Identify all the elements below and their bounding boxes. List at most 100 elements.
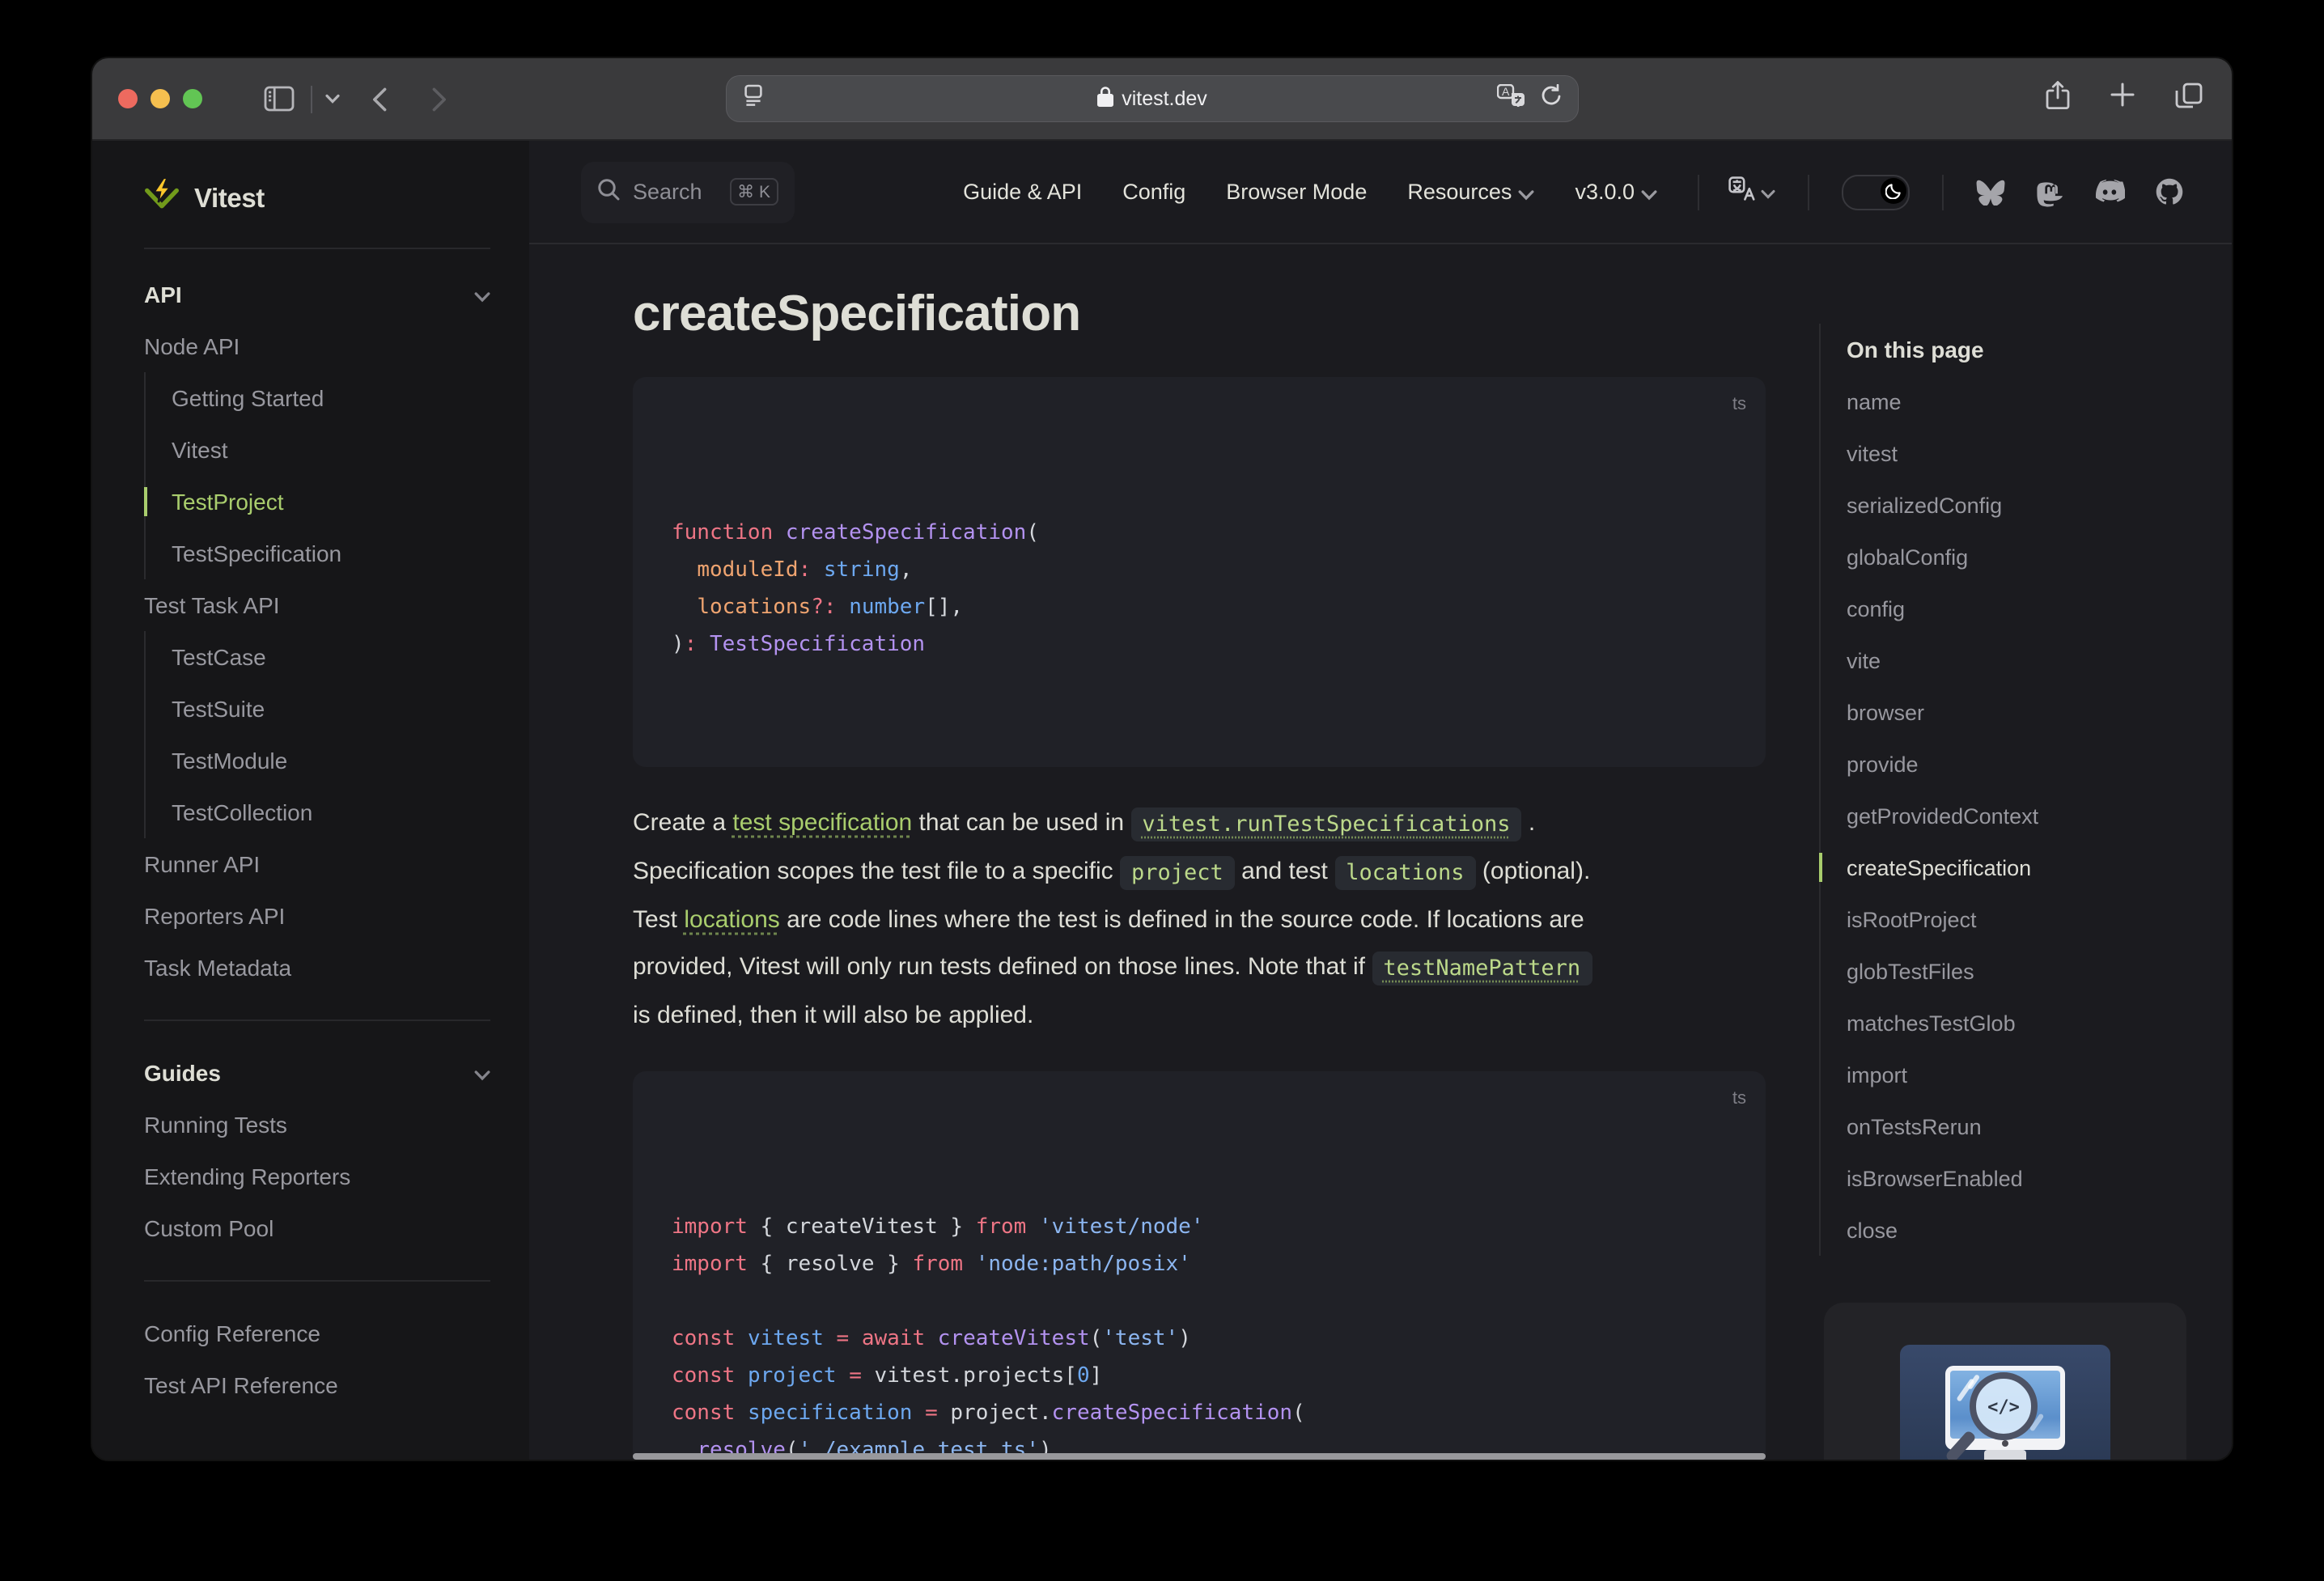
screen: vitest.dev A Vitest API Node API Getting… [0, 0, 2324, 1581]
new-tab-icon[interactable] [2110, 83, 2135, 115]
search-icon [597, 178, 620, 206]
tabs-icon[interactable] [2175, 82, 2203, 116]
divider [144, 1019, 490, 1021]
code-block-signature: ts function createSpecification( moduleI… [633, 377, 1766, 767]
github-icon[interactable] [2156, 178, 2183, 206]
sidebar-item-getting-started[interactable]: Getting Started [172, 372, 490, 424]
sidebar-item-testsuite[interactable]: TestSuite [172, 683, 490, 735]
forward-icon[interactable] [432, 87, 447, 111]
nav-link-browser-mode[interactable]: Browser Mode [1226, 180, 1367, 204]
code-line: const specification = project.createSpec… [672, 1401, 1305, 1426]
sidebar-item-running-tests[interactable]: Running Tests [144, 1099, 490, 1151]
inline-code: project [1120, 855, 1235, 889]
sidebar-item-task-metadata[interactable]: Task Metadata [144, 942, 490, 994]
share-icon[interactable] [2046, 79, 2070, 117]
inline-code-link[interactable]: testNamePattern [1372, 951, 1592, 985]
outline-item-getprovidedcontext[interactable]: getProvidedContext [1847, 790, 2199, 841]
sidebar-item-testcase[interactable]: TestCase [172, 631, 490, 683]
browser-window: vitest.dev A Vitest API Node API Getting… [92, 58, 2232, 1460]
inline-code: locations [1334, 855, 1476, 889]
sidebar-section-guides[interactable]: Guides [144, 1047, 490, 1099]
vitest-logo[interactable]: Vitest [144, 160, 490, 238]
dark-mode-toggle[interactable] [1842, 174, 1910, 210]
outline-item-createspecification[interactable]: createSpecification [1819, 841, 2199, 893]
zoom-window-button[interactable] [183, 89, 202, 108]
reload-icon[interactable] [1541, 83, 1562, 114]
sidebar-item-reporters-api[interactable]: Reporters API [144, 890, 490, 942]
sidebar-section-api[interactable]: API [144, 269, 490, 320]
nav-links: Guide & API Config Browser Mode Resources v3… [963, 179, 1657, 205]
scroll-strip[interactable] [633, 1453, 1766, 1460]
bluesky-icon[interactable] [1976, 179, 2005, 205]
outline-item-vite[interactable]: vite [1847, 634, 2199, 686]
browser-titlebar: vitest.dev A [92, 58, 2232, 141]
inline-code-link[interactable]: vitest.runTestSpecifications [1130, 807, 1522, 841]
chevron-down-icon [474, 282, 490, 307]
outline-item-config[interactable]: config [1847, 583, 2199, 634]
nav-link-guide-api[interactable]: Guide & API [963, 180, 1082, 204]
divider [1808, 174, 1809, 210]
active-marker [143, 487, 146, 516]
outline-item-globtestfiles[interactable]: globTestFiles [1847, 945, 2199, 997]
active-marker [1819, 853, 1822, 882]
search-shortcut-kbd: ⌘ K [729, 178, 778, 206]
sidebar-item-node-api[interactable]: Node API [144, 320, 490, 372]
outline-item-provide[interactable]: provide [1847, 738, 2199, 790]
inline-link[interactable]: test specification [732, 809, 912, 837]
code-line: const project = vitest.projects[0] [672, 1364, 1103, 1388]
translate-icon [1728, 176, 1756, 208]
sidebar-toggle-icon[interactable] [264, 86, 295, 112]
back-icon[interactable] [372, 87, 387, 111]
divider [1942, 174, 1944, 210]
discord-icon[interactable] [2094, 180, 2125, 204]
outline-item-browser[interactable]: browser [1847, 686, 2199, 738]
nav-link-v3-0-0[interactable]: v3.0.0 [1575, 179, 1657, 205]
search-input[interactable]: Search ⌘ K [581, 161, 795, 223]
sidebar-item-testmodule[interactable]: TestModule [172, 735, 490, 786]
address-bar[interactable]: vitest.dev A [727, 76, 1578, 121]
reader-icon[interactable] [743, 83, 764, 114]
sidebar-item-testproject[interactable]: TestProject [143, 476, 490, 528]
outline-items: name vitest serializedConfig globalConfig co… [1819, 375, 2199, 1256]
mastodon-icon[interactable] [2036, 177, 2063, 206]
code-line: import { createVitest } from 'vitest/nod… [672, 1215, 1204, 1240]
code-line: import { resolve } from 'node:path/posix… [672, 1253, 1191, 1277]
outline-item-globalconfig[interactable]: globalConfig [1847, 531, 2199, 583]
outline-item-close[interactable]: close [1847, 1204, 2199, 1256]
sidebar-item-config-reference[interactable]: Config Reference [144, 1308, 490, 1359]
outline-item-matchestestglob[interactable]: matchesTestGlob [1847, 997, 2199, 1049]
close-window-button[interactable] [118, 89, 138, 108]
language-menu[interactable] [1728, 176, 1775, 208]
sponsor-card[interactable]: </> [1824, 1303, 2186, 1460]
social-links [1976, 177, 2183, 206]
translate-icon[interactable]: A [1496, 83, 1525, 114]
chevron-down-icon [474, 1060, 490, 1086]
sidebar-item-custom-pool[interactable]: Custom Pool [144, 1202, 490, 1254]
code-block-example: ts import { createVitest } from 'vitest/… [633, 1071, 1766, 1460]
code-line: function createSpecification( [672, 521, 1039, 545]
nav-link-resources[interactable]: Resources [1407, 179, 1534, 205]
inline-link[interactable]: locations [684, 906, 779, 934]
nav-link-config[interactable]: Config [1122, 180, 1185, 204]
outline-item-ontestsrerun[interactable]: onTestsRerun [1847, 1100, 2199, 1152]
code-search-illustration: </> [1900, 1345, 2110, 1460]
sidebar-item-extending-reporters[interactable]: Extending Reporters [144, 1151, 490, 1202]
sidebar-item-vitest[interactable]: Vitest [172, 424, 490, 476]
outline-item-vitest[interactable]: vitest [1847, 427, 2199, 479]
outline-item-name[interactable]: name [1847, 375, 2199, 427]
outline-item-isrootproject[interactable]: isRootProject [1847, 893, 2199, 945]
outline-item-import[interactable]: import [1847, 1049, 2199, 1100]
logo-text: Vitest [194, 184, 265, 213]
sidebar-item-test-task-api[interactable]: Test Task API [144, 579, 490, 631]
sidebar-chevron-down-icon[interactable] [325, 94, 340, 104]
sidebar-item-test-api-reference[interactable]: Test API Reference [144, 1359, 490, 1411]
outline-item-serializedconfig[interactable]: serializedConfig [1847, 479, 2199, 531]
sidebar-item-runner-api[interactable]: Runner API [144, 838, 490, 890]
sidebar-item-testspecification[interactable]: TestSpecification [172, 528, 490, 579]
sidebar-item-testcollection[interactable]: TestCollection [172, 786, 490, 838]
outline-item-isbrowserenabled[interactable]: isBrowserEnabled [1847, 1152, 2199, 1204]
description-paragraph: Create a test specification that can be … [633, 799, 1766, 1039]
monitor-stand [1984, 1450, 2026, 1460]
minimize-window-button[interactable] [151, 89, 170, 108]
sidebar-group: Getting Started Vitest TestProject TestSpec… [143, 372, 490, 579]
